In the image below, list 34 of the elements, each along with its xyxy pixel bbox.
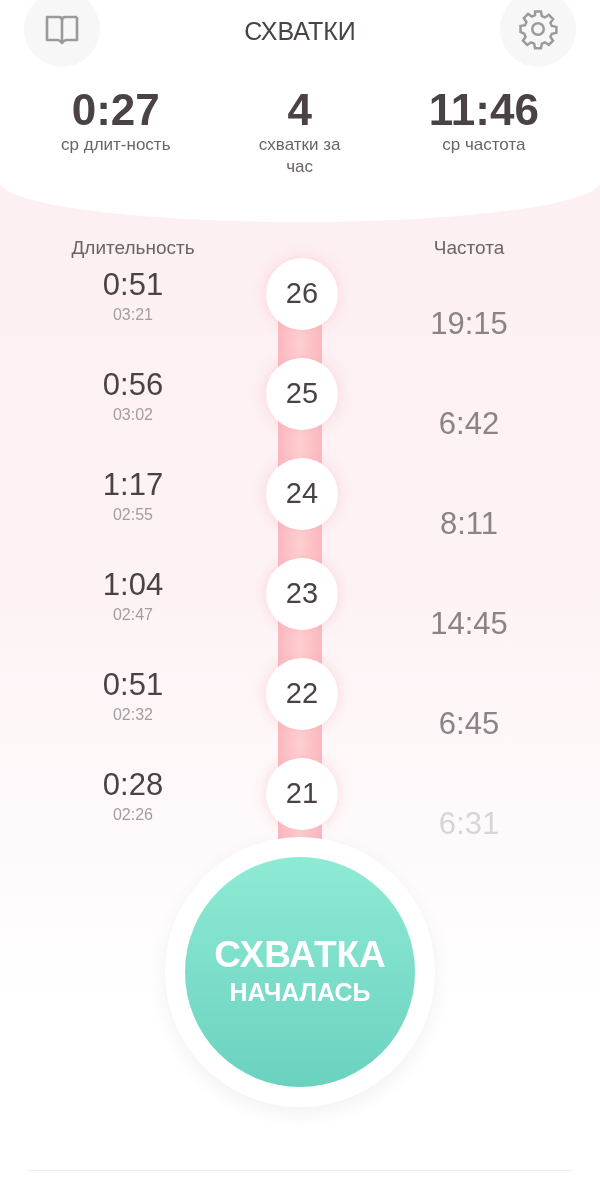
frequency-value: 6:45 xyxy=(437,705,501,743)
stat-value: 11:46 xyxy=(428,86,539,135)
start-time: 02:32 xyxy=(112,704,153,725)
settings-icon xyxy=(517,8,559,50)
book-icon xyxy=(44,13,80,45)
frequency-value: 6:42 xyxy=(437,405,501,443)
start-time: 02:26 xyxy=(112,804,153,825)
frequency-value: 19:15 xyxy=(429,305,509,343)
column-header: Частота xyxy=(433,237,505,258)
screen-title: СХВАТКИ xyxy=(244,16,356,48)
stat-label: схватки за час xyxy=(257,134,342,179)
contraction-number[interactable]: 22 xyxy=(266,657,338,730)
start-time: 02:47 xyxy=(112,604,153,625)
contraction-number[interactable]: 23 xyxy=(266,557,338,630)
stat-label: ср частота xyxy=(442,134,526,157)
contraction-number[interactable]: 24 xyxy=(266,457,338,530)
duration-value: 0:51 xyxy=(102,266,164,303)
duration-value: 1:04 xyxy=(102,566,164,603)
duration-value: 0:51 xyxy=(102,666,164,703)
stat-value: 4 xyxy=(287,86,312,135)
duration-value: 1:17 xyxy=(102,466,164,503)
contraction-number[interactable]: 25 xyxy=(266,357,338,430)
contraction-number[interactable]: 21 xyxy=(266,757,338,830)
start-time: 02:55 xyxy=(112,504,153,525)
frequency-value: 14:45 xyxy=(429,605,509,643)
stat-value: 0:27 xyxy=(71,86,160,135)
stat-label: ср длит-ность xyxy=(61,134,171,157)
frequency-value: 8:11 xyxy=(438,505,499,543)
duration-value: 0:28 xyxy=(102,766,164,803)
start-time: 03:02 xyxy=(112,404,153,425)
column-header: Длительность xyxy=(71,237,195,258)
start-time: 03:21 xyxy=(112,304,153,325)
contraction-number[interactable]: 26 xyxy=(266,257,338,330)
duration-value: 0:56 xyxy=(102,366,164,403)
